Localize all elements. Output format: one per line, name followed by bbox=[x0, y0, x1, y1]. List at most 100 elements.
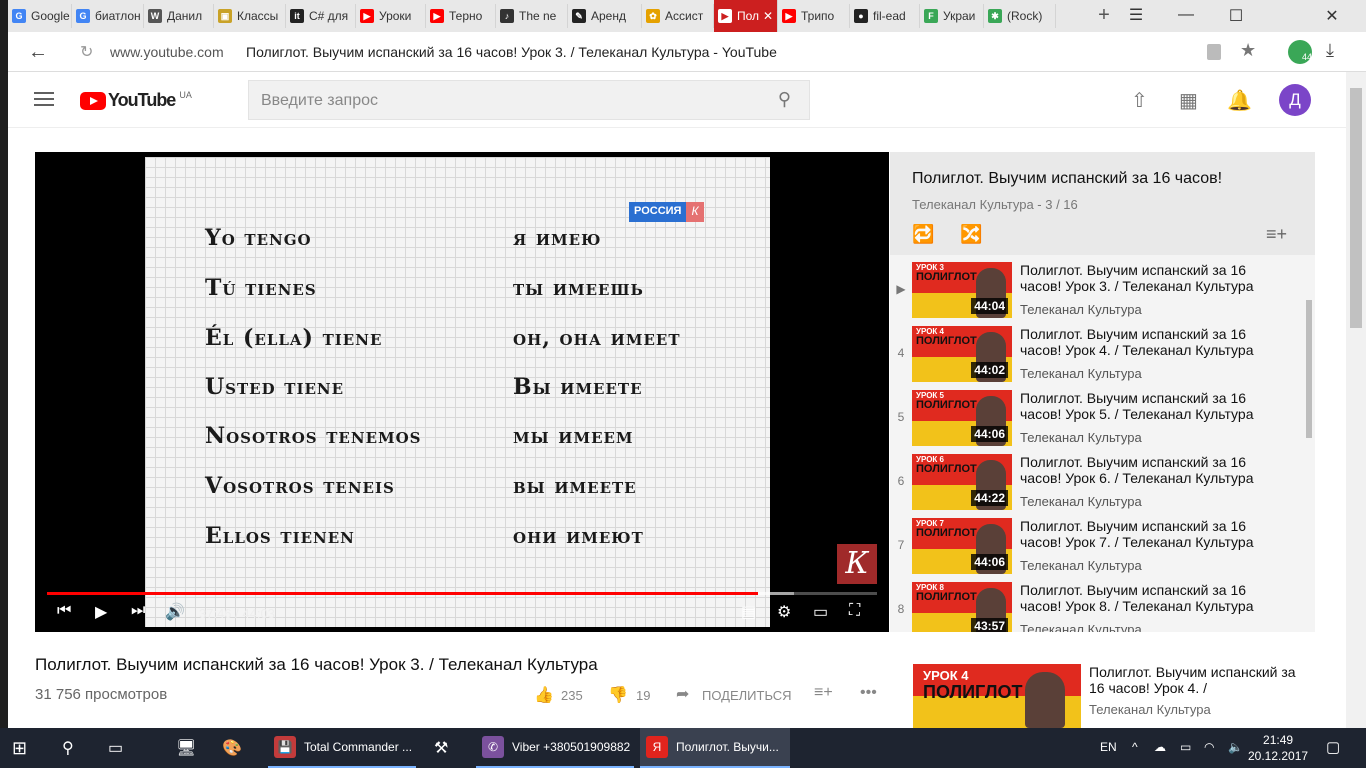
shuffle-icon[interactable]: 🔀 bbox=[960, 224, 982, 245]
playlist-thumbnail[interactable]: УРОК 7 ПОЛИГЛОТ 44:06 bbox=[912, 518, 1012, 574]
playlist-item[interactable]: 8 УРОК 8 ПОЛИГЛОТ 43:57 Полиглот. Выучим исп… bbox=[890, 578, 1310, 632]
back-arrow-icon[interactable]: ← bbox=[28, 41, 48, 64]
bookmark-star-icon[interactable]: ★ bbox=[1240, 40, 1256, 61]
tab-11[interactable]: ▶ Трипо bbox=[778, 4, 850, 28]
download-icon[interactable]: ⤓ bbox=[1326, 40, 1334, 61]
playlist-thumbnail[interactable]: УРОК 3 ПОЛИГЛОТ 44:04 bbox=[912, 262, 1012, 318]
tab-8[interactable]: ✎ Аренд bbox=[568, 4, 642, 28]
paint-icon[interactable]: 🎨 bbox=[222, 728, 242, 768]
cloud-icon[interactable]: ☁ bbox=[1154, 740, 1166, 754]
explorer-icon[interactable]: 🖥 bbox=[176, 728, 196, 768]
playlist-thumbnail[interactable]: УРОК 5 ПОЛИГЛОТ 44:06 bbox=[912, 390, 1012, 446]
playlist-thumbnail[interactable]: УРОК 8 ПОЛИГЛОТ 43:57 bbox=[912, 582, 1012, 632]
tab-10[interactable]: ▶ Пол ✕ bbox=[714, 0, 778, 32]
tab-5[interactable]: ▶ Уроки bbox=[356, 4, 426, 28]
taskbar-app[interactable]: ✆ Viber +380501909882 bbox=[476, 728, 634, 768]
battery-icon[interactable]: ▭ bbox=[1180, 740, 1191, 754]
more-actions-icon[interactable]: ••• bbox=[860, 684, 877, 702]
up-next-channel[interactable]: Телеканал Культура bbox=[1089, 702, 1211, 717]
progress-bar[interactable] bbox=[47, 592, 877, 595]
subtitles-icon[interactable]: ▤ bbox=[741, 602, 756, 622]
loop-icon[interactable]: 🔁 bbox=[912, 224, 934, 245]
extension-badge-icon[interactable]: 44 bbox=[1288, 40, 1312, 64]
page-scrollbar[interactable] bbox=[1346, 72, 1366, 728]
tab-14[interactable]: ✱ (Rock) bbox=[984, 4, 1056, 28]
dislike-icon[interactable]: 👎 bbox=[608, 685, 628, 705]
volume-icon[interactable]: 🔊 bbox=[165, 602, 185, 622]
minimize-icon[interactable]: — bbox=[1176, 6, 1196, 24]
taskbar-app[interactable]: Я Полиглот. Выучи... bbox=[640, 728, 790, 768]
next-icon[interactable]: ⏭ bbox=[131, 602, 145, 620]
tab-9[interactable]: ✿ Ассист bbox=[642, 4, 714, 28]
apps-grid-icon[interactable]: ▦ bbox=[1179, 88, 1198, 113]
playlist-item-title[interactable]: Полиглот. Выучим испанский за 16 часов! … bbox=[1020, 518, 1290, 550]
playlist-item[interactable]: ▶ УРОК 3 ПОЛИГЛОТ 44:04 Полиглот. Выучим исп… bbox=[890, 258, 1310, 322]
playlist-thumbnail[interactable]: УРОК 6 ПОЛИГЛОТ 44:22 bbox=[912, 454, 1012, 510]
tab-1[interactable]: Gбиатлон bbox=[72, 4, 144, 28]
wifi-icon[interactable]: ◠ bbox=[1204, 740, 1214, 754]
search-taskbar-icon[interactable]: ⚲ bbox=[62, 728, 74, 768]
notifications-bell-icon[interactable]: 🔔 bbox=[1227, 88, 1252, 113]
save-playlist-icon[interactable]: ≡+ bbox=[1266, 224, 1287, 245]
playlist-title[interactable]: Полиглот. Выучим испанский за 16 часов! bbox=[912, 170, 1222, 188]
speaker-icon[interactable]: 🔈 bbox=[1228, 740, 1243, 754]
playlist-item-title[interactable]: Полиглот. Выучим испанский за 16 часов! … bbox=[1020, 454, 1290, 486]
dislike-count[interactable]: 19 bbox=[636, 688, 650, 703]
play-icon[interactable]: ▶ bbox=[95, 602, 107, 622]
maximize-icon[interactable]: ☐ bbox=[1226, 6, 1246, 26]
previous-icon[interactable]: ⏮ bbox=[57, 602, 71, 620]
task-view-icon[interactable]: ▭ bbox=[108, 728, 123, 768]
reload-icon[interactable]: ↻ bbox=[80, 42, 93, 62]
scrollbar-thumb[interactable] bbox=[1350, 88, 1362, 328]
youtube-logo[interactable]: YouTube UA bbox=[80, 90, 192, 111]
playlist-item-title[interactable]: Полиглот. Выучим испанский за 16 часов! … bbox=[1020, 582, 1290, 614]
search-icon[interactable]: ⚲ bbox=[778, 89, 791, 110]
fullscreen-icon[interactable]: ⛶ bbox=[849, 602, 860, 620]
playlist-subtitle[interactable]: Телеканал Культура - 3 / 16 bbox=[912, 197, 1078, 212]
tab-7[interactable]: ♪ The ne bbox=[496, 4, 568, 28]
video-player[interactable]: РОССИЯ К Yo tengo я имею Tú tienes ты имееш… bbox=[35, 152, 889, 632]
share-button[interactable]: ПОДЕЛИТЬСЯ bbox=[702, 688, 791, 703]
share-icon[interactable]: ➦ bbox=[676, 684, 689, 704]
tab-2[interactable]: W Данил bbox=[144, 4, 214, 28]
up-next-card[interactable]: УРОК 4 ПОЛИГЛОТ Полиглот. Выучим испанск… bbox=[913, 664, 1343, 728]
taskbar-app[interactable]: 💾 Total Commander ... bbox=[268, 728, 416, 768]
browser-menu-icon[interactable]: ☰ bbox=[1126, 5, 1146, 25]
playlist-item-title[interactable]: Полиглот. Выучим испанский за 16 часов! … bbox=[1020, 262, 1290, 294]
tools-icon[interactable]: ⚒ bbox=[434, 728, 448, 768]
settings-gear-icon[interactable]: ⚙ bbox=[777, 602, 791, 622]
avatar[interactable]: Д bbox=[1279, 84, 1311, 116]
upload-icon[interactable]: ⇧ bbox=[1131, 88, 1148, 113]
playlist-item[interactable]: 7 УРОК 7 ПОЛИГЛОТ 44:06 Полиглот. Выучим исп… bbox=[890, 514, 1310, 578]
like-icon[interactable]: 👍 bbox=[534, 685, 554, 705]
language-indicator[interactable]: EN bbox=[1100, 740, 1117, 754]
notification-center-icon[interactable]: ▢ bbox=[1326, 738, 1340, 756]
playlist-item-title[interactable]: Полиглот. Выучим испанский за 16 часов! … bbox=[1020, 326, 1290, 358]
up-next-title[interactable]: Полиглот. Выучим испанский за 16 часов! … bbox=[1089, 664, 1309, 696]
playlist-item[interactable]: 4 УРОК 4 ПОЛИГЛОТ 44:02 Полиглот. Выучим исп… bbox=[890, 322, 1310, 386]
lock-icon[interactable] bbox=[1207, 44, 1221, 60]
add-to-playlist-icon[interactable]: ≡+ bbox=[814, 684, 833, 702]
tab-0[interactable]: G Google bbox=[8, 4, 72, 28]
playlist-item[interactable]: 5 УРОК 5 ПОЛИГЛОТ 44:06 Полиглот. Выучим исп… bbox=[890, 386, 1310, 450]
close-window-icon[interactable]: ✕ bbox=[1322, 6, 1342, 26]
search-input[interactable]: Введите запрос ⚲ bbox=[248, 80, 810, 120]
like-count[interactable]: 235 bbox=[561, 688, 583, 703]
tab-6[interactable]: ▶ Терно bbox=[426, 4, 496, 28]
playlist-scrollbar[interactable] bbox=[1306, 300, 1312, 438]
url-page-title[interactable]: Полиглот. Выучим испанский за 16 часов! … bbox=[246, 44, 777, 60]
tab-3[interactable]: ▣ Классы bbox=[214, 4, 286, 28]
theater-mode-icon[interactable]: ▭ bbox=[813, 602, 828, 622]
new-tab-icon[interactable]: + bbox=[1094, 4, 1114, 27]
tab-close-icon[interactable]: ✕ bbox=[763, 9, 773, 23]
url-host[interactable]: www.youtube.com bbox=[110, 44, 224, 60]
windows-start-icon[interactable]: ⊞ bbox=[12, 728, 27, 768]
playlist-thumbnail[interactable]: УРОК 4 ПОЛИГЛОТ 44:02 bbox=[912, 326, 1012, 382]
clock[interactable]: 21:49 20.12.2017 bbox=[1248, 732, 1308, 764]
up-next-thumbnail[interactable]: УРОК 4 ПОЛИГЛОТ bbox=[913, 664, 1081, 728]
menu-icon[interactable] bbox=[34, 92, 54, 110]
playlist-item[interactable]: 6 УРОК 6 ПОЛИГЛОТ 44:22 Полиглот. Выучим исп… bbox=[890, 450, 1310, 514]
tab-13[interactable]: F Украи bbox=[920, 4, 984, 28]
tab-12[interactable]: ● fil-ead bbox=[850, 4, 920, 28]
playlist-item-title[interactable]: Полиглот. Выучим испанский за 16 часов! … bbox=[1020, 390, 1290, 422]
